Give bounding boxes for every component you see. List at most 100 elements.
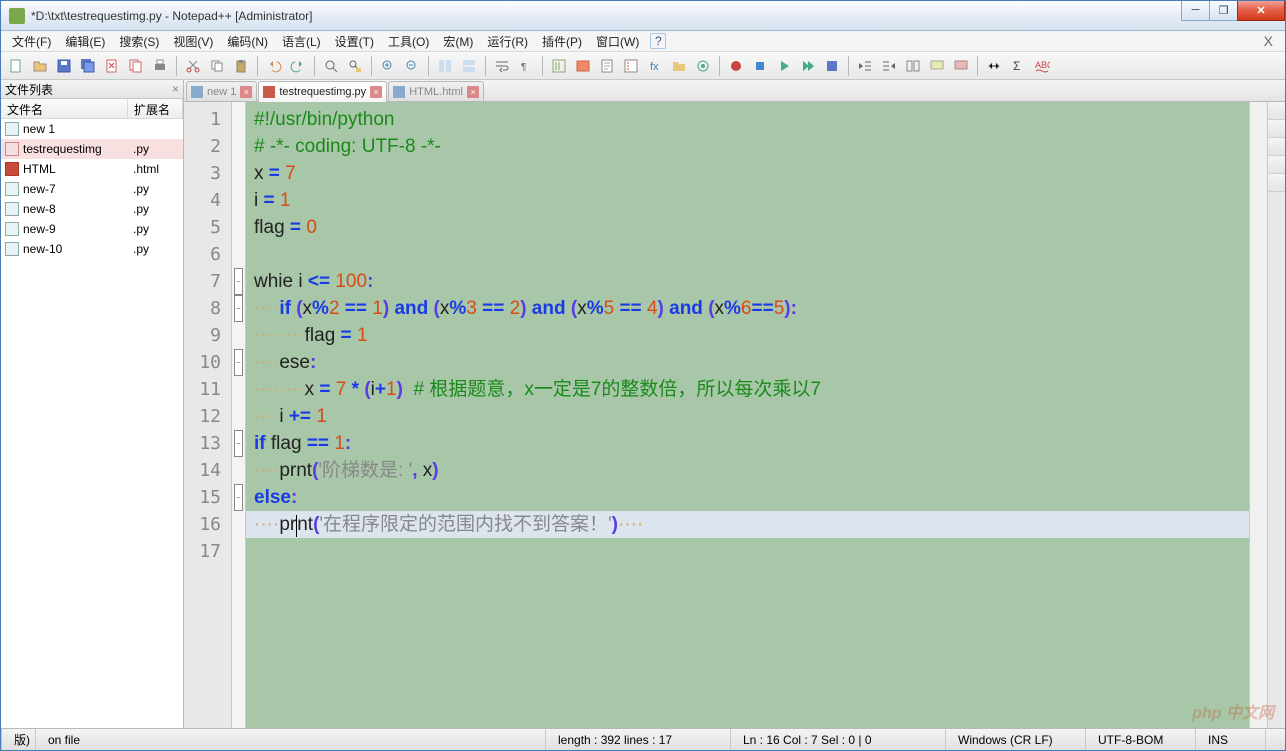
indent-guide-icon[interactable]: [548, 55, 570, 77]
wordwrap-icon[interactable]: [491, 55, 513, 77]
file-list-item[interactable]: HTML.html: [1, 159, 183, 179]
line-number[interactable]: 11: [184, 376, 231, 403]
close-file-icon[interactable]: [101, 55, 123, 77]
line-number[interactable]: 3: [184, 160, 231, 187]
code-line[interactable]: x = 7: [254, 160, 1241, 187]
replace-icon[interactable]: [344, 55, 366, 77]
code-line[interactable]: whie i <= 100:: [254, 268, 1241, 295]
new-file-icon[interactable]: [5, 55, 27, 77]
code-line[interactable]: [254, 241, 1241, 268]
file-list-item[interactable]: new-8.py: [1, 199, 183, 219]
monitor-icon[interactable]: [692, 55, 714, 77]
fold-toggle[interactable]: −: [232, 268, 245, 295]
line-number[interactable]: 5: [184, 214, 231, 241]
menu-item[interactable]: 搜索(S): [112, 31, 166, 52]
code-line[interactable]: else:: [254, 484, 1241, 511]
comment-icon[interactable]: [926, 55, 948, 77]
cut-icon[interactable]: [182, 55, 204, 77]
undo-icon[interactable]: [263, 55, 285, 77]
folder-icon[interactable]: [668, 55, 690, 77]
lang-icon[interactable]: [572, 55, 594, 77]
code-text[interactable]: #!/usr/bin/python# -*- coding: UTF-8 -*-…: [246, 102, 1249, 728]
convert-icon[interactable]: [902, 55, 924, 77]
code-line[interactable]: ····i += 1: [254, 403, 1241, 430]
line-number[interactable]: 6: [184, 241, 231, 268]
code-line[interactable]: if flag == 1:: [254, 430, 1241, 457]
close-button[interactable]: ✕: [1237, 1, 1285, 21]
save-icon[interactable]: [53, 55, 75, 77]
menu-item[interactable]: 文件(F): [5, 31, 58, 52]
line-number[interactable]: 8: [184, 295, 231, 322]
menu-item[interactable]: 视图(V): [166, 31, 220, 52]
outdent-icon[interactable]: [854, 55, 876, 77]
code-line[interactable]: # -*- coding: UTF-8 -*-: [254, 133, 1241, 160]
line-number[interactable]: 2: [184, 133, 231, 160]
fold-toggle[interactable]: −: [232, 295, 245, 322]
close-all-icon[interactable]: [125, 55, 147, 77]
code-line[interactable]: ····if (x%2 == 1) and (x%3 == 2) and (x%…: [254, 295, 1241, 322]
change-marker-bar[interactable]: [1267, 102, 1285, 728]
line-number[interactable]: 13: [184, 430, 231, 457]
func-list-icon[interactable]: fx: [644, 55, 666, 77]
doc-list-icon[interactable]: [620, 55, 642, 77]
code-line[interactable]: ····ese:: [254, 349, 1241, 376]
doc-map-icon[interactable]: [596, 55, 618, 77]
open-file-icon[interactable]: [29, 55, 51, 77]
file-list-item[interactable]: testrequestimg.py: [1, 139, 183, 159]
code-line[interactable]: ········flag = 1: [254, 322, 1241, 349]
line-number[interactable]: 9: [184, 322, 231, 349]
play-icon[interactable]: [773, 55, 795, 77]
menu-item[interactable]: 插件(P): [535, 31, 589, 52]
minimize-button[interactable]: ─: [1181, 1, 1210, 21]
save-all-icon[interactable]: [77, 55, 99, 77]
indent-icon[interactable]: [878, 55, 900, 77]
fold-margin[interactable]: −−−−−: [232, 102, 246, 728]
menu-item[interactable]: 编码(N): [220, 31, 275, 52]
menu-item[interactable]: 设置(T): [328, 31, 381, 52]
fold-toggle[interactable]: −: [232, 484, 245, 511]
column-ext[interactable]: 扩展名: [128, 99, 183, 118]
line-number[interactable]: 1: [184, 106, 231, 133]
editor-tab[interactable]: HTML.html×: [388, 81, 484, 101]
maximize-button[interactable]: ❐: [1209, 1, 1238, 21]
menu-item[interactable]: 编辑(E): [58, 31, 112, 52]
menu-item[interactable]: 工具(O): [381, 31, 436, 52]
file-list-item[interactable]: new-9.py: [1, 219, 183, 239]
titlebar[interactable]: *D:\txt\testrequestimg.py - Notepad++ [A…: [1, 1, 1285, 31]
redo-icon[interactable]: [287, 55, 309, 77]
tab-close-icon[interactable]: ×: [240, 86, 252, 98]
help-icon[interactable]: ?: [650, 33, 666, 49]
code-line[interactable]: ········x = 7 * (i+1) # 根据题意，x一定是7的整数倍，所…: [254, 376, 1241, 403]
menubar-close-icon[interactable]: X: [1256, 33, 1281, 49]
spellcheck-icon[interactable]: ABC: [1031, 55, 1053, 77]
code-line[interactable]: #!/usr/bin/python: [254, 106, 1241, 133]
column-filename[interactable]: 文件名: [1, 99, 128, 118]
menu-item[interactable]: 运行(R): [480, 31, 535, 52]
menu-item[interactable]: 语言(L): [275, 31, 328, 52]
status-encoding[interactable]: UTF-8-BOM: [1086, 729, 1196, 750]
line-number[interactable]: 15: [184, 484, 231, 511]
file-list-item[interactable]: new-10.py: [1, 239, 183, 259]
find-icon[interactable]: [320, 55, 342, 77]
editor-tab[interactable]: testrequestimg.py×: [258, 81, 387, 102]
save-macro-icon[interactable]: [821, 55, 843, 77]
stop-icon[interactable]: [749, 55, 771, 77]
code-line[interactable]: [254, 538, 1241, 565]
file-list-item[interactable]: new-7.py: [1, 179, 183, 199]
print-icon[interactable]: [149, 55, 171, 77]
status-eol[interactable]: Windows (CR LF): [946, 729, 1086, 750]
uncomment-icon[interactable]: [950, 55, 972, 77]
play-multi-icon[interactable]: [797, 55, 819, 77]
code-line[interactable]: ····prnt('阶梯数是: ', x): [254, 457, 1241, 484]
fold-toggle[interactable]: −: [232, 349, 245, 376]
copy-icon[interactable]: [206, 55, 228, 77]
sync-v-icon[interactable]: [434, 55, 456, 77]
line-number[interactable]: 12: [184, 403, 231, 430]
zoom-out-icon[interactable]: [401, 55, 423, 77]
record-icon[interactable]: [725, 55, 747, 77]
menu-item[interactable]: 宏(M): [436, 31, 480, 52]
line-number[interactable]: 17: [184, 538, 231, 565]
status-insert-mode[interactable]: INS: [1196, 729, 1266, 750]
sidebar-close-icon[interactable]: ×: [172, 82, 179, 96]
code-editor[interactable]: 1234567891011121314151617 −−−−− #!/usr/b…: [184, 102, 1285, 728]
